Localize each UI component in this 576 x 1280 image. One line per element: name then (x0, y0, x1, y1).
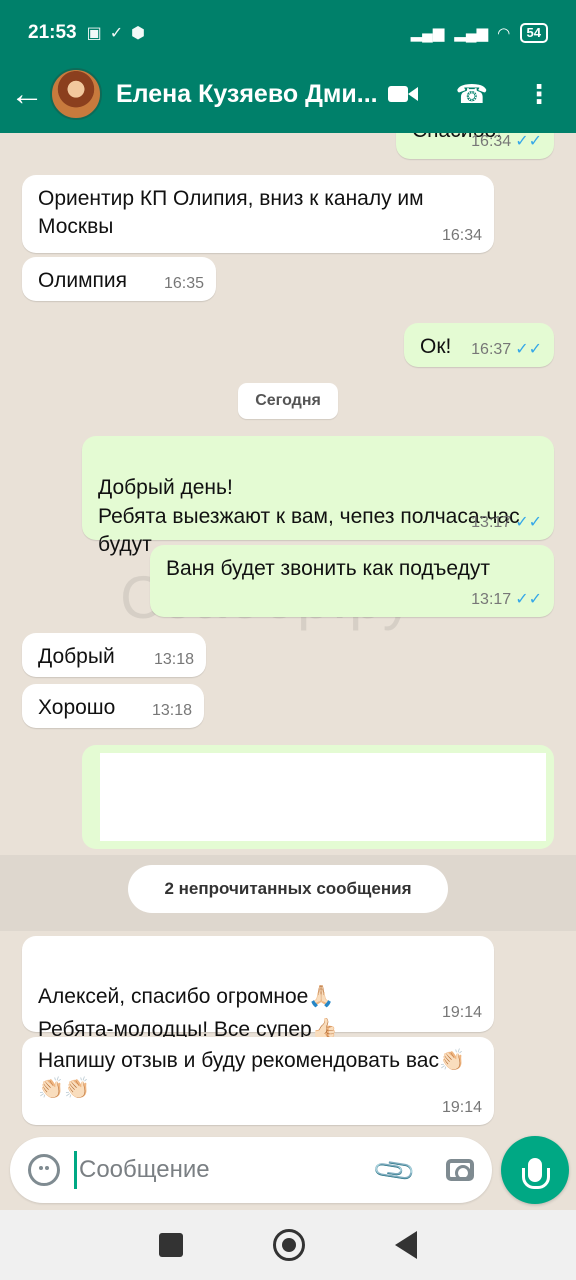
top-bar: 21:53 ▣ ✓ ⬢ ▂▄▆ ▂▄▆ ◠ 54 ← Елена Кузяево… (0, 0, 576, 133)
signal-icon-2: ▂▄▆ (454, 25, 488, 42)
status-n-icon: ▣ (86, 25, 102, 42)
status-check-icon: ✓ (109, 25, 124, 42)
app-bar: ← Елена Кузяево Дми... ☎ ⋮ (0, 58, 576, 130)
message-bubble-out-3[interactable]: Добрый день! Ребята выезжают к вам, чепе… (82, 436, 554, 556)
message-bubble-in-6[interactable]: Напишу отзыв и буду рекомендовать вас👏🏻👏… (22, 1037, 494, 1125)
message-time: 16:34 (441, 227, 482, 245)
message-text: Хорошо (38, 696, 116, 719)
back-icon[interactable] (395, 1231, 417, 1259)
image-preview[interactable] (100, 753, 546, 841)
back-arrow-icon[interactable]: ← (10, 75, 44, 114)
message-time: 16:35 (163, 275, 204, 293)
message-bubble-out-1[interactable]: Спасибо! 16:34✓✓ (396, 133, 554, 159)
message-text: Ок! (420, 335, 452, 358)
status-time: 21:53 (28, 22, 77, 43)
microphone-button[interactable] (501, 1136, 569, 1204)
contact-avatar[interactable] (50, 68, 102, 120)
message-time: 16:37 ✓✓ (471, 341, 542, 359)
status-bar: 21:53 ▣ ✓ ⬢ ▂▄▆ ▂▄▆ ◠ 54 (0, 0, 576, 66)
system-navigation-bar (0, 1210, 576, 1280)
contact-name[interactable]: Елена Кузяево Дми... (116, 80, 386, 109)
message-time: 13:18 (153, 651, 194, 669)
message-time: 13:17 ✓✓ (471, 591, 542, 609)
message-text: Напишу отзыв и буду рекомендовать вас👏🏻👏… (38, 1049, 466, 1101)
read-ticks-icon: ✓✓ (515, 514, 542, 532)
status-right: ▂▄▆ ▂▄▆ ◠ 54 (411, 23, 548, 43)
message-bubble-in-2[interactable]: Олимпия 16:35 (22, 257, 216, 301)
message-input-bar: Сообщение 📎 (10, 1137, 492, 1203)
wifi-icon: ◠ (497, 25, 510, 42)
video-call-icon[interactable] (387, 84, 418, 104)
message-text: Ваня будет звонить как подъедут (166, 557, 490, 580)
chat-area: Сзабор.ру Спасибо! 16:34✓✓ Ориентир КП О… (0, 133, 576, 1133)
signal-icon: ▂▄▆ (410, 25, 445, 42)
message-bubble-out-4[interactable]: Ваня будет звонить как подъедут 13:17 ✓✓ (150, 545, 554, 617)
read-ticks-icon: ✓✓ (515, 591, 542, 609)
read-ticks-icon: ✓✓ (515, 341, 542, 359)
message-input[interactable]: Сообщение (79, 1156, 210, 1184)
header-actions: ☎ ⋮ (387, 79, 566, 110)
message-bubble-out-2[interactable]: Ок! 16:37 ✓✓ (404, 323, 554, 367)
date-separator: Сегодня (238, 383, 338, 419)
message-time: 19:14 (441, 1099, 482, 1117)
message-bubble-in-5[interactable]: Алексей, спасибо огромное🙏🏻 Ребята-молод… (22, 936, 494, 1041)
message-text: Ориентир КП Олипия, вниз к каналу им Мос… (38, 187, 424, 239)
unread-separator: 2 непрочитанных сообщения (128, 865, 448, 913)
text-caret (74, 1151, 77, 1189)
image-message[interactable] (82, 745, 554, 849)
camera-icon[interactable] (446, 1159, 474, 1181)
message-bubble-in-4[interactable]: Хорошо 13:18 (22, 684, 204, 728)
message-bubble-in-3[interactable]: Добрый 13:18 (22, 633, 206, 677)
home-icon[interactable] (273, 1229, 305, 1261)
message-time: 13:18 (151, 702, 192, 720)
read-ticks-icon: ✓✓ (515, 133, 542, 151)
message-time: 16:34 ✓✓ (471, 133, 542, 151)
battery-icon: 54 (519, 23, 548, 43)
more-options-icon[interactable]: ⋮ (526, 81, 552, 107)
message-time: 13:17 ✓✓ (471, 514, 542, 532)
microphone-icon (522, 1158, 550, 1189)
message-text: Добрый (38, 645, 115, 668)
status-app-icon: ⬢ (131, 25, 146, 42)
voice-call-icon[interactable]: ☎ (456, 79, 488, 110)
message-bubble-in-1[interactable]: Ориентир КП Олипия, вниз к каналу им Мос… (22, 175, 494, 253)
recent-apps-icon[interactable] (159, 1233, 183, 1257)
emoji-icon[interactable] (28, 1154, 60, 1186)
message-text: Олимпия (38, 269, 127, 292)
paperclip-icon[interactable]: 📎 (371, 1146, 419, 1194)
message-time: 19:14 (441, 1004, 482, 1022)
